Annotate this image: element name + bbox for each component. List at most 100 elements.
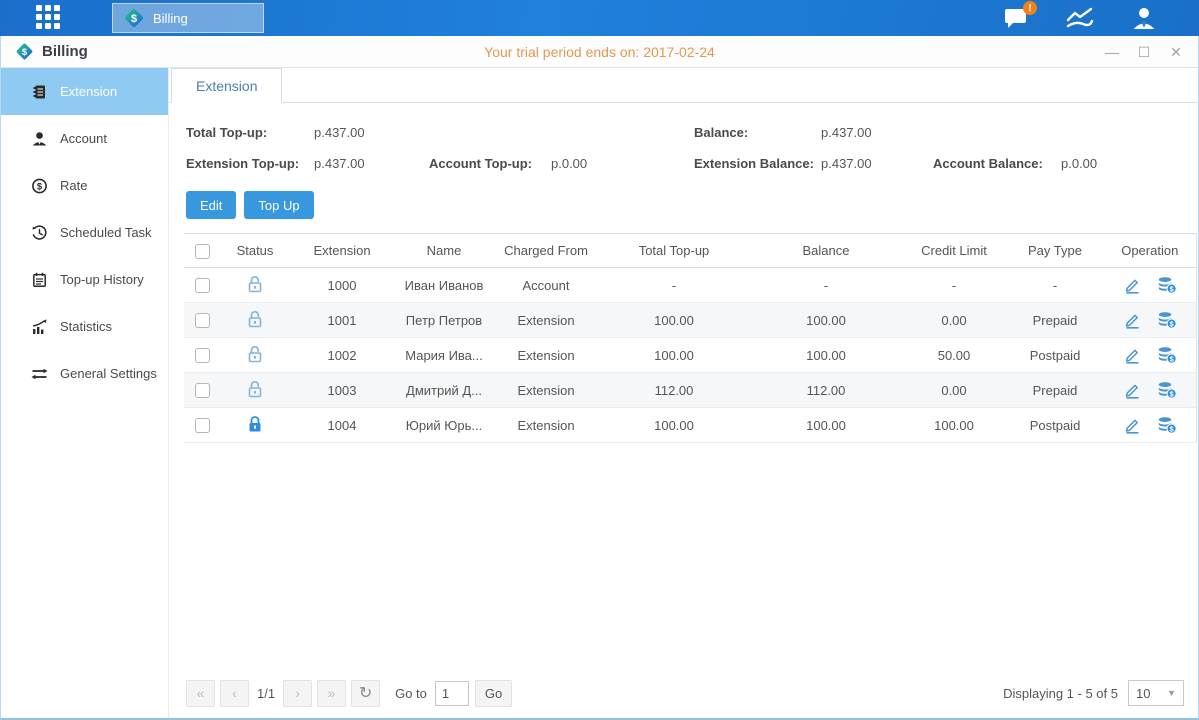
- table-row: 1002 Мария Ива... Extension 100.00 100.0…: [184, 338, 1196, 373]
- minimize-button[interactable]: —: [1104, 45, 1120, 59]
- cell-balance: 100.00: [750, 303, 902, 338]
- account-topup-value: p.0.00: [551, 156, 587, 171]
- extension-table-wrap: Status Extension Name Charged From Total…: [169, 219, 1198, 443]
- sidebar-item-general-settings[interactable]: General Settings: [1, 350, 168, 397]
- extension-topup-label: Extension Top-up:: [186, 156, 314, 171]
- row-checkbox[interactable]: [195, 348, 210, 363]
- cell-total-topup: 112.00: [598, 373, 750, 408]
- sidebar-item-statistics[interactable]: Statistics: [1, 303, 168, 350]
- taskbar-item-billing[interactable]: Billing: [112, 3, 264, 33]
- lock-open-icon[interactable]: [247, 310, 263, 328]
- table-header-row: Status Extension Name Charged From Total…: [184, 234, 1196, 268]
- account-balance-label: Account Balance:: [933, 156, 1061, 171]
- notifications-icon[interactable]: !: [1001, 5, 1031, 31]
- last-page-button[interactable]: »: [317, 680, 346, 707]
- cell-credit-limit: 100.00: [902, 408, 1006, 443]
- edit-row-icon[interactable]: [1123, 381, 1141, 399]
- cell-pay-type: Prepaid: [1006, 303, 1104, 338]
- topup-row-icon[interactable]: $: [1157, 381, 1177, 399]
- topup-row-icon[interactable]: $: [1157, 311, 1177, 329]
- window-title: Billing: [42, 43, 88, 60]
- billing-app-icon: [123, 7, 145, 29]
- lock-open-icon[interactable]: [247, 345, 263, 363]
- topbar-icons: !: [1001, 0, 1159, 36]
- cell-charged-from: Account: [494, 268, 598, 303]
- cell-balance: 100.00: [750, 338, 902, 373]
- cell-charged-from: Extension: [494, 303, 598, 338]
- table-row: 1000 Иван Иванов Account - - - -: [184, 268, 1196, 303]
- cell-name: Юрий Юрь...: [394, 408, 494, 443]
- sidebar-item-account[interactable]: Account: [1, 115, 168, 162]
- sidebar-item-extension[interactable]: Extension: [1, 68, 168, 115]
- first-page-button[interactable]: «: [186, 680, 215, 707]
- cell-credit-limit: -: [902, 268, 1006, 303]
- edit-row-icon[interactable]: [1123, 311, 1141, 329]
- topup-row-icon[interactable]: $: [1157, 276, 1177, 294]
- sidebar-item-label: Rate: [60, 178, 87, 193]
- cell-name: Иван Иванов: [394, 268, 494, 303]
- table-row: 1001 Петр Петров Extension 100.00 100.00…: [184, 303, 1196, 338]
- edit-row-icon[interactable]: [1123, 276, 1141, 294]
- topup-row-icon[interactable]: $: [1157, 416, 1177, 434]
- row-checkbox[interactable]: [195, 383, 210, 398]
- cell-name: Мария Ива...: [394, 338, 494, 373]
- tab-extension[interactable]: Extension: [171, 68, 282, 103]
- account-balance-value: p.0.00: [1061, 156, 1097, 171]
- col-operation: Operation: [1104, 234, 1196, 268]
- topup-button[interactable]: Top Up: [244, 191, 313, 219]
- refresh-icon[interactable]: ↻: [351, 680, 380, 707]
- col-extension: Extension: [290, 234, 394, 268]
- edit-row-icon[interactable]: [1123, 346, 1141, 364]
- displaying-text: Displaying 1 - 5 of 5: [1003, 686, 1118, 701]
- page-size-select[interactable]: 10 ▼: [1128, 680, 1184, 706]
- select-all-checkbox[interactable]: [195, 244, 210, 259]
- app-launcher-icon[interactable]: [36, 5, 70, 31]
- total-topup-label: Total Top-up:: [186, 125, 314, 140]
- chevron-down-icon: ▼: [1167, 688, 1176, 698]
- notification-badge: !: [1023, 1, 1037, 15]
- edit-row-icon[interactable]: [1123, 416, 1141, 434]
- prev-page-button[interactable]: ‹: [220, 680, 249, 707]
- user-account-icon[interactable]: [1129, 5, 1159, 31]
- next-page-button[interactable]: ›: [283, 680, 312, 707]
- col-name: Name: [394, 234, 494, 268]
- row-checkbox[interactable]: [195, 313, 210, 328]
- cell-extension: 1000: [290, 268, 394, 303]
- extension-topup-value: p.437.00: [314, 156, 429, 171]
- topup-row-icon[interactable]: $: [1157, 346, 1177, 364]
- balance-label: Balance:: [694, 125, 821, 140]
- lock-closed-icon[interactable]: [247, 415, 263, 433]
- maximize-button[interactable]: ☐: [1136, 45, 1152, 59]
- lock-open-icon[interactable]: [247, 380, 263, 398]
- lock-open-icon[interactable]: [247, 275, 263, 293]
- cell-charged-from: Extension: [494, 338, 598, 373]
- sidebar-item-label: General Settings: [60, 366, 157, 381]
- cell-total-topup: 100.00: [598, 338, 750, 373]
- billing-window: Billing Your trial period ends on: 2017-…: [0, 36, 1199, 720]
- cell-name: Дмитрий Д...: [394, 373, 494, 408]
- sidebar-item-label: Extension: [60, 84, 117, 99]
- balance-value: p.437.00: [821, 125, 933, 140]
- sidebar-item-label: Account: [60, 131, 107, 146]
- col-status: Status: [220, 234, 290, 268]
- cell-pay-type: -: [1006, 268, 1104, 303]
- row-checkbox[interactable]: [195, 418, 210, 433]
- page-indicator: 1/1: [257, 686, 275, 701]
- person-icon: [31, 131, 48, 147]
- page-size-value: 10: [1136, 686, 1150, 701]
- row-checkbox[interactable]: [195, 278, 210, 293]
- cell-balance: -: [750, 268, 902, 303]
- notepad-icon: [31, 272, 48, 288]
- go-button[interactable]: Go: [475, 680, 512, 707]
- cell-extension: 1003: [290, 373, 394, 408]
- sidebar-item-rate[interactable]: $ Rate: [1, 162, 168, 209]
- goto-page-input[interactable]: [435, 681, 469, 706]
- close-button[interactable]: ✕: [1168, 45, 1184, 59]
- edit-button[interactable]: Edit: [186, 191, 236, 219]
- cell-credit-limit: 0.00: [902, 373, 1006, 408]
- sidebar-item-scheduled-task[interactable]: Scheduled Task: [1, 209, 168, 256]
- sidebar-item-topup-history[interactable]: Top-up History: [1, 256, 168, 303]
- statistics-monitor-icon[interactable]: [1065, 5, 1095, 31]
- history-clock-icon: [31, 225, 48, 241]
- cell-extension: 1001: [290, 303, 394, 338]
